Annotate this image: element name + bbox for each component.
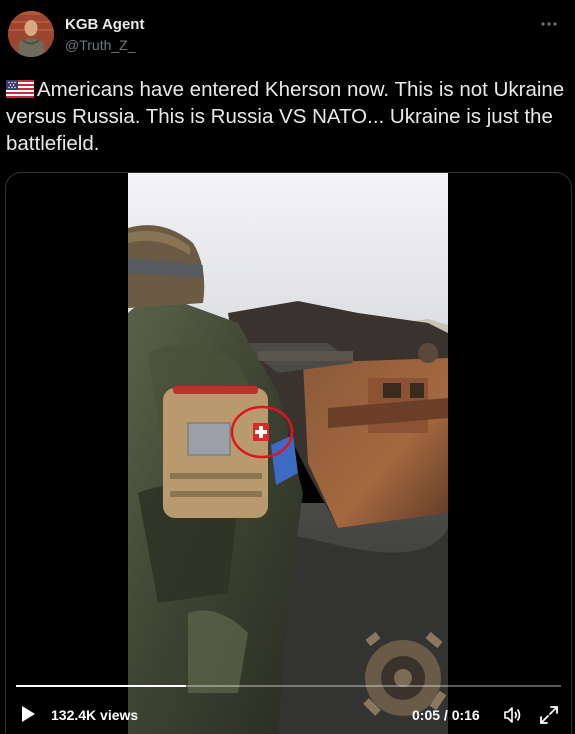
tweet-text: Americans have entered Kherson now. This… xyxy=(6,76,566,157)
tweet: KGB Agent @Truth_Z_ Americans have enter… xyxy=(0,0,575,734)
video-frame[interactable] xyxy=(128,173,448,734)
tweet-body: Americans have entered Kherson now. This… xyxy=(6,78,565,155)
playback-time: 0:05 / 0:16 xyxy=(412,707,480,723)
volume-icon[interactable] xyxy=(502,705,522,725)
us-flag-icon xyxy=(6,78,34,98)
more-options-icon[interactable] xyxy=(539,14,559,34)
play-icon[interactable] xyxy=(20,705,36,723)
avatar[interactable] xyxy=(8,11,54,57)
video-player[interactable]: 132.4K views 0:05 / 0:16 xyxy=(5,172,572,734)
video-progress-bar[interactable] xyxy=(16,685,561,687)
author-handle[interactable]: @Truth_Z_ xyxy=(65,37,136,53)
author-display-name[interactable]: KGB Agent xyxy=(65,16,144,33)
fullscreen-icon[interactable] xyxy=(539,705,559,725)
video-controls: 132.4K views 0:05 / 0:16 xyxy=(6,696,571,734)
video-progress-fill xyxy=(16,685,187,687)
view-count: 132.4K views xyxy=(51,707,139,723)
